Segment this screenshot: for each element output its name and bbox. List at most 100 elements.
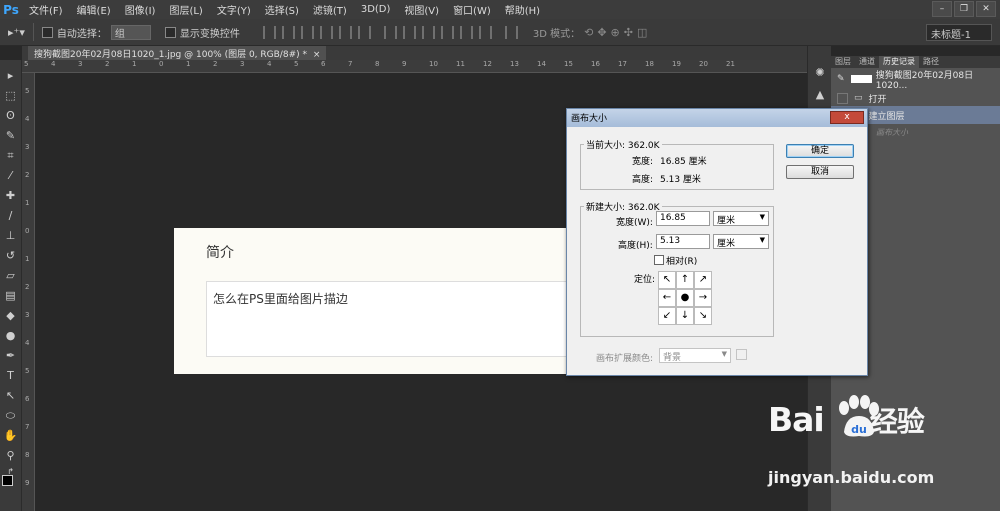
history-brush-source-icon[interactable]: ✎ — [837, 74, 845, 84]
align-right-icon[interactable] — [357, 25, 371, 39]
restore-button[interactable]: ❐ — [954, 1, 974, 17]
anchor-top-right[interactable]: ↗ — [694, 271, 712, 289]
menu-filter[interactable]: 滤镜(T) — [306, 2, 354, 17]
align-hcenter-icon[interactable] — [338, 25, 352, 39]
move-tool-preset-icon[interactable]: ▸⁺▾ — [8, 26, 25, 39]
menu-window[interactable]: 窗口(W) — [446, 2, 498, 17]
auto-select-checkbox[interactable] — [41, 26, 53, 38]
ok-button[interactable]: 确定 — [786, 144, 854, 158]
tab-history[interactable]: 历史记录 — [879, 56, 919, 68]
foreground-color-swatch[interactable] — [2, 475, 13, 486]
ruler-tick-label: 7 — [348, 60, 353, 68]
current-height-label: 高度: — [632, 175, 654, 185]
distribute-top-icon[interactable] — [383, 25, 397, 39]
history-snapshot[interactable]: ✎ 搜狗截图20年02月08日1020... — [831, 70, 1000, 91]
minimize-button[interactable]: – — [932, 1, 952, 17]
relative-label: 相对(R) — [666, 257, 698, 267]
menu-help[interactable]: 帮助(H) — [498, 2, 547, 17]
dialog-close-button[interactable]: x — [830, 111, 864, 124]
distribute-left-icon[interactable] — [440, 25, 454, 39]
clone-stamp-tool-icon[interactable]: ⊥ — [3, 228, 18, 243]
ruler-tick-label: 6 — [321, 60, 326, 68]
dialog-title: 画布大小 — [571, 114, 608, 124]
extension-color-swatch[interactable] — [736, 349, 747, 360]
ruler-tick-label: 5 — [25, 367, 30, 375]
healing-brush-tool-icon[interactable]: ✚ — [3, 188, 18, 203]
history-step-label: 建立图层 — [868, 111, 905, 122]
open-step-icon: ▭ — [854, 93, 863, 103]
menu-image[interactable]: 图像(I) — [118, 2, 163, 17]
marquee-tool-icon[interactable]: ⬚ — [3, 88, 18, 103]
brush-tool-icon[interactable]: ∕ — [3, 208, 18, 223]
menu-3d[interactable]: 3D(D) — [354, 4, 398, 15]
snapshot-thumbnail — [850, 75, 872, 83]
anchor-center[interactable]: ● — [676, 289, 694, 307]
dialog-titlebar[interactable]: 画布大小 x — [567, 109, 867, 127]
anchor-right[interactable]: → — [694, 289, 712, 307]
eyedropper-tool-icon[interactable]: ⁄ — [3, 168, 18, 183]
menu-type[interactable]: 文字(Y) — [210, 2, 258, 17]
histogram-icon[interactable]: ▲ — [812, 88, 828, 102]
anchor-top[interactable]: ↑ — [676, 271, 694, 289]
history-brush-tool-icon[interactable]: ↺ — [3, 248, 18, 263]
document-tab[interactable]: 搜狗截图20年02月08日1020_1.jpg @ 100% (图层 0, RG… — [28, 46, 327, 60]
zoom-tool-icon[interactable]: ⚲ — [3, 448, 18, 463]
ruler-tick-label: 4 — [51, 60, 56, 68]
hand-tool-icon[interactable]: ✋ — [3, 428, 18, 443]
tab-layers[interactable]: 图层 — [831, 56, 855, 68]
extension-color-select[interactable]: 背景 ▼ — [659, 348, 731, 363]
move-tool-icon[interactable]: ▸ — [3, 68, 18, 83]
cancel-button[interactable]: 取消 — [786, 165, 854, 179]
new-width-unit-select[interactable]: 厘米 ▼ — [713, 211, 769, 226]
auto-align-icon[interactable] — [504, 25, 518, 39]
document-tab-close-icon[interactable]: × — [313, 50, 321, 60]
distribute-bottom-icon[interactable] — [421, 25, 435, 39]
blur-tool-icon[interactable]: ◆ — [3, 308, 18, 323]
history-source-checkbox[interactable] — [837, 92, 848, 104]
path-selection-tool-icon[interactable]: ↖ — [3, 388, 18, 403]
distribute-vcenter-icon[interactable] — [402, 25, 416, 39]
type-tool-icon[interactable]: T — [3, 368, 18, 383]
relative-checkbox[interactable] — [654, 255, 664, 265]
eraser-tool-icon[interactable]: ▱ — [3, 268, 18, 283]
menu-view[interactable]: 视图(V) — [397, 2, 446, 17]
shape-tool-icon[interactable]: ⬭ — [3, 408, 18, 423]
menu-edit[interactable]: 编辑(E) — [70, 2, 118, 17]
pen-tool-icon[interactable]: ✒ — [3, 348, 18, 363]
auto-select-dropdown[interactable]: 组 — [110, 24, 151, 40]
show-transform-checkbox[interactable] — [164, 26, 176, 38]
menu-bar: Ps 文件(F) 编辑(E) 图像(I) 图层(L) 文字(Y) 选择(S) 滤… — [0, 0, 1000, 19]
menu-layer[interactable]: 图层(L) — [162, 2, 209, 17]
adjustments-icon[interactable]: ✺ — [812, 66, 828, 80]
tab-paths[interactable]: 路径 — [919, 56, 943, 68]
anchor-bottom-left[interactable]: ↙ — [658, 307, 676, 325]
align-left-icon[interactable] — [319, 25, 333, 39]
menu-select[interactable]: 选择(S) — [258, 2, 306, 17]
new-width-input[interactable]: 16.85 — [656, 211, 710, 226]
new-width-label: 宽度(W): — [616, 218, 653, 228]
lasso-tool-icon[interactable]: ʘ — [3, 108, 18, 123]
ruler-tick-label: 0 — [159, 60, 164, 68]
anchor-left[interactable]: ← — [658, 289, 676, 307]
align-top-icon[interactable] — [262, 25, 276, 39]
align-bottom-icon[interactable] — [300, 25, 314, 39]
align-vcenter-icon[interactable] — [281, 25, 295, 39]
3d-mode-icons[interactable]: ⟲✥⊕✣◫ — [584, 26, 651, 39]
anchor-top-left[interactable]: ↖ — [658, 271, 676, 289]
anchor-bottom-right[interactable]: ↘ — [694, 307, 712, 325]
new-height-input[interactable]: 5.13 — [656, 234, 710, 249]
crop-tool-icon[interactable]: ⌗ — [3, 148, 18, 163]
close-window-button[interactable]: ✕ — [976, 1, 996, 17]
ruler-tick-label: 6 — [25, 395, 30, 403]
dodge-tool-icon[interactable]: ● — [3, 328, 18, 343]
tab-channels[interactable]: 通道 — [855, 56, 879, 68]
distribute-right-icon[interactable] — [478, 25, 492, 39]
history-step-open[interactable]: ▭ 打开 — [831, 89, 1000, 107]
gradient-tool-icon[interactable]: ▤ — [3, 288, 18, 303]
menu-file[interactable]: 文件(F) — [22, 2, 70, 17]
quick-select-tool-icon[interactable]: ✎ — [3, 128, 18, 143]
new-height-unit-select[interactable]: 厘米 ▼ — [713, 234, 769, 249]
workspace-dropdown[interactable]: 未标题-1 — [926, 24, 992, 41]
anchor-bottom[interactable]: ↓ — [676, 307, 694, 325]
distribute-hcenter-icon[interactable] — [459, 25, 473, 39]
